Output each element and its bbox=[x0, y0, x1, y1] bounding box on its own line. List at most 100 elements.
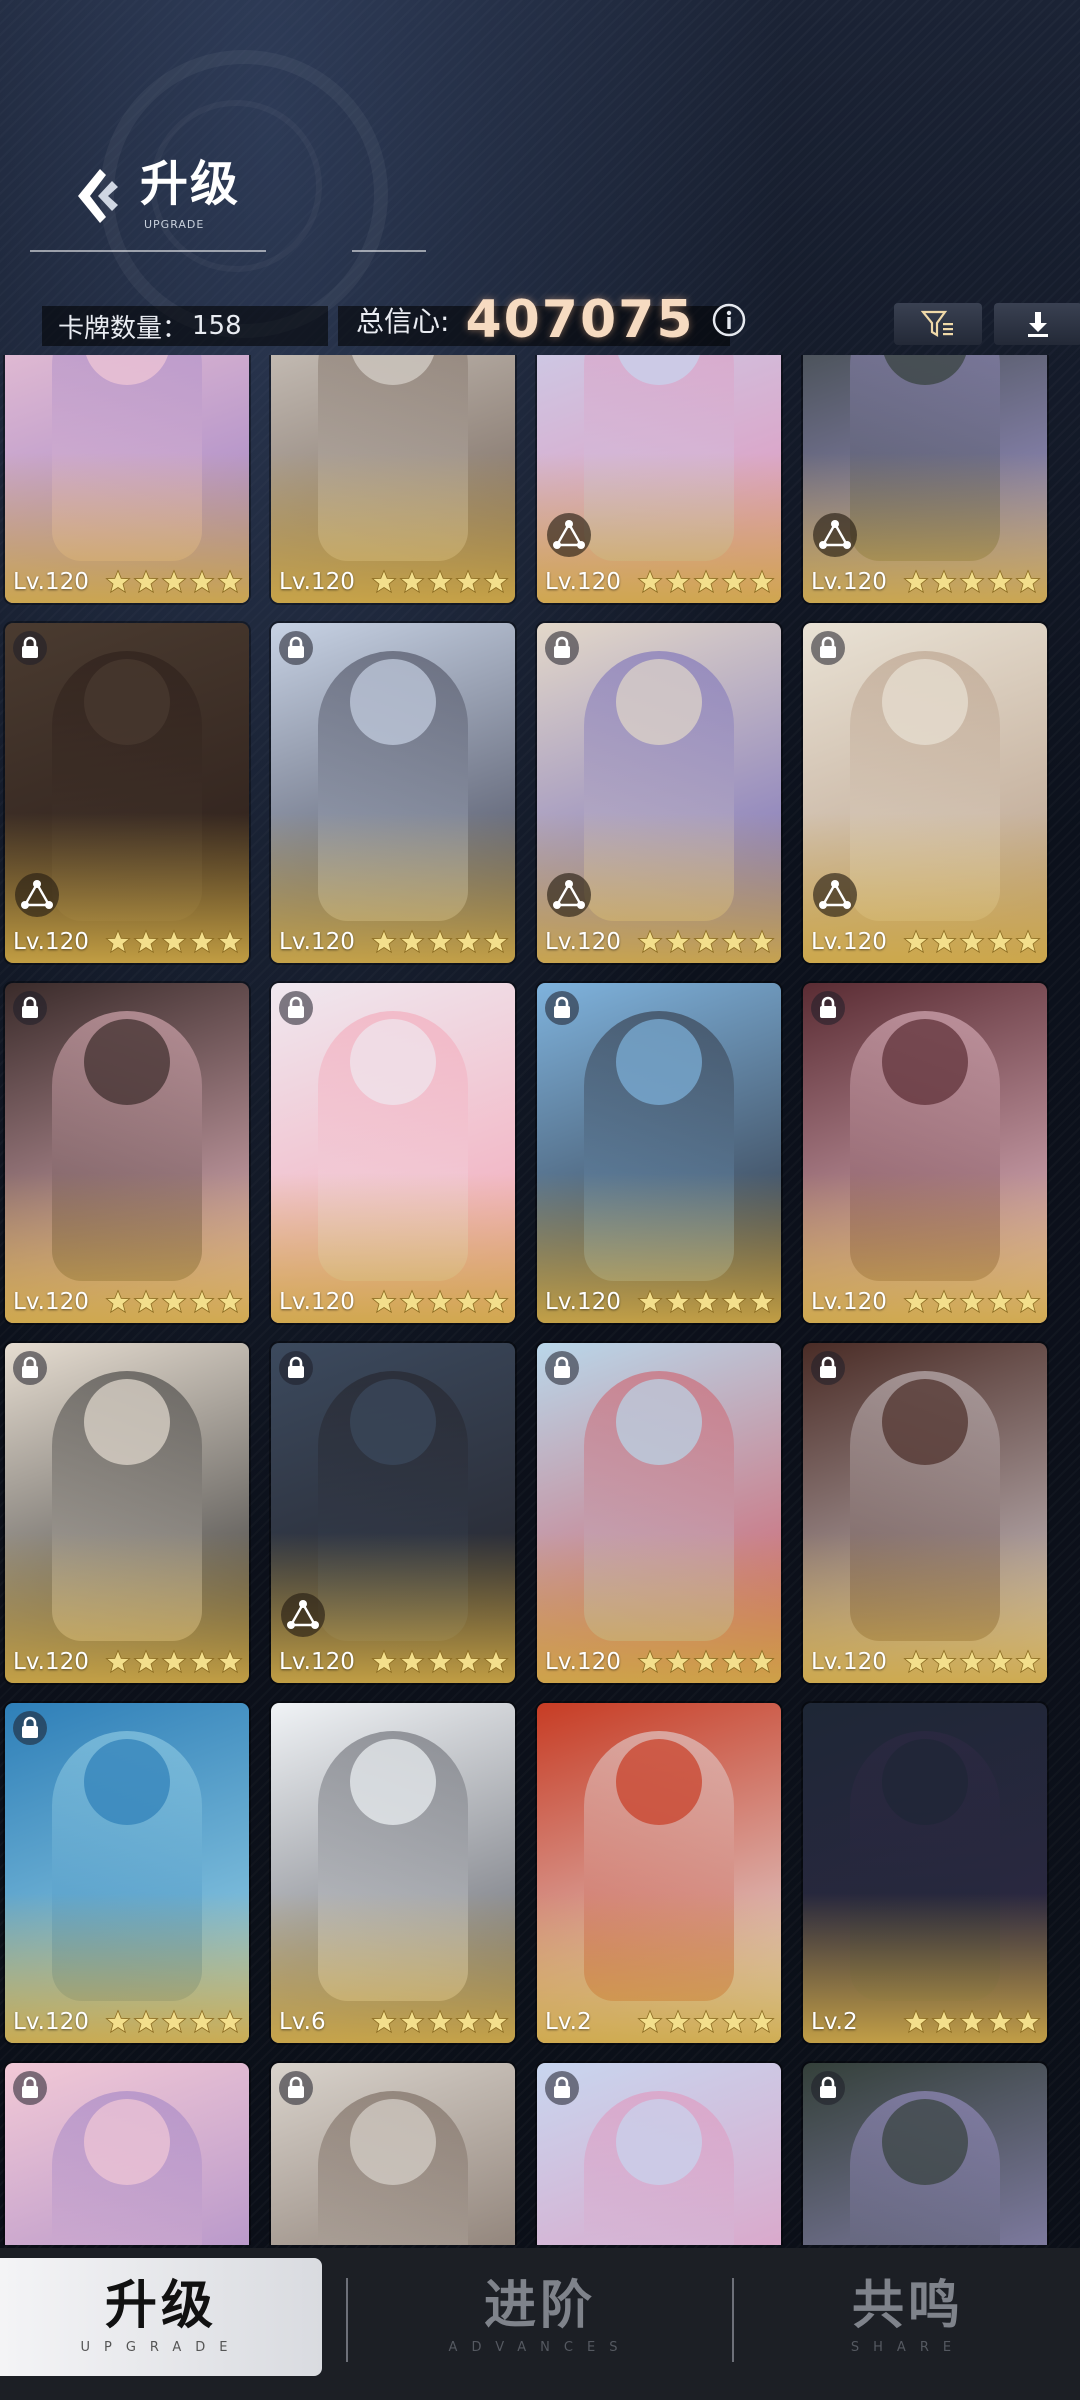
star-icon bbox=[189, 1649, 215, 1674]
star-icon bbox=[133, 929, 159, 954]
download-button[interactable] bbox=[994, 303, 1080, 345]
card-rating bbox=[637, 1289, 775, 1315]
character-card[interactable]: Lv.120 bbox=[271, 623, 515, 963]
card-art bbox=[5, 983, 249, 1323]
character-head bbox=[882, 2099, 968, 2185]
character-card[interactable]: Lv.220 bbox=[271, 2063, 515, 2245]
character-card[interactable]: Lv.120 bbox=[803, 623, 1047, 963]
lock-icon bbox=[22, 1716, 38, 1738]
card-art bbox=[803, 355, 1047, 603]
resonance-badge bbox=[813, 513, 857, 557]
character-card[interactable]: Lv.2 bbox=[803, 1703, 1047, 2043]
star-icon bbox=[161, 2009, 187, 2034]
star-icon bbox=[105, 1649, 131, 1674]
star-icon bbox=[427, 929, 453, 954]
character-card[interactable]: Lv.120 bbox=[271, 1343, 515, 1683]
lock-icon bbox=[554, 2076, 570, 2098]
card-level: Lv.120 bbox=[811, 1289, 887, 1315]
character-card[interactable]: Lv.2 bbox=[537, 1703, 781, 2043]
star-icon bbox=[483, 929, 509, 954]
card-level: Lv.120 bbox=[13, 1649, 89, 1675]
lock-badge[interactable] bbox=[811, 1351, 845, 1385]
card-level: Lv.120 bbox=[279, 1289, 355, 1315]
info-icon[interactable] bbox=[711, 302, 747, 338]
tab-upgrade[interactable]: 升级 UPGRADE bbox=[0, 2258, 322, 2376]
tab-share[interactable]: 共鸣 SHARE bbox=[736, 2258, 1080, 2376]
lock-badge[interactable] bbox=[13, 1351, 47, 1385]
card-rating bbox=[105, 2009, 243, 2035]
lock-badge[interactable] bbox=[545, 631, 579, 665]
resonance-triangle-icon bbox=[21, 880, 53, 909]
card-grid[interactable]: Lv.120 Lv.120 Lv.120 Lv.120 Lv.120 Lv.120 Lv.1… bbox=[0, 355, 1080, 2245]
card-rating bbox=[371, 569, 509, 595]
star-icon bbox=[399, 569, 425, 594]
lock-badge[interactable] bbox=[279, 1351, 313, 1385]
character-card[interactable]: Lv.120 bbox=[537, 623, 781, 963]
character-card[interactable]: Lv.120 bbox=[5, 1703, 249, 2043]
character-card[interactable]: Lv.120 bbox=[5, 1343, 249, 1683]
character-card[interactable]: Lv.120 bbox=[5, 983, 249, 1323]
lock-badge[interactable] bbox=[13, 991, 47, 1025]
card-level: Lv.120 bbox=[13, 569, 89, 595]
character-silhouette bbox=[318, 355, 468, 561]
character-card[interactable]: Lv.200 bbox=[537, 2063, 781, 2245]
character-card[interactable]: Lv.200 bbox=[803, 2063, 1047, 2245]
card-level: Lv.120 bbox=[13, 929, 89, 955]
lock-badge[interactable] bbox=[545, 991, 579, 1025]
card-art bbox=[803, 983, 1047, 1323]
character-card[interactable]: Lv.120 bbox=[537, 983, 781, 1323]
tab-share-label: 共鸣 bbox=[851, 2275, 964, 2336]
character-card[interactable]: Lv.6 bbox=[271, 1703, 515, 2043]
lock-badge[interactable] bbox=[545, 1351, 579, 1385]
lock-badge[interactable] bbox=[13, 631, 47, 665]
character-card[interactable]: Lv.120 bbox=[271, 983, 515, 1323]
lock-icon bbox=[554, 636, 570, 658]
star-icon bbox=[455, 929, 481, 954]
resonance-triangle-icon bbox=[553, 880, 585, 909]
character-card[interactable]: Lv.120 bbox=[803, 355, 1047, 603]
character-card[interactable]: Lv.120 bbox=[537, 355, 781, 603]
back-chevron-icon[interactable] bbox=[76, 167, 126, 225]
lock-icon bbox=[288, 996, 304, 1018]
character-silhouette bbox=[584, 355, 734, 561]
star-icon bbox=[161, 569, 187, 594]
lock-icon bbox=[820, 2076, 836, 2098]
star-icon bbox=[189, 929, 215, 954]
lock-badge[interactable] bbox=[545, 2071, 579, 2105]
character-head bbox=[616, 1739, 702, 1825]
character-card[interactable]: Lv.120 bbox=[5, 355, 249, 603]
filter-button[interactable] bbox=[894, 303, 982, 345]
card-rating bbox=[903, 1649, 1041, 1675]
lock-icon bbox=[22, 1356, 38, 1378]
character-card[interactable]: Lv.120 bbox=[803, 983, 1047, 1323]
lock-badge[interactable] bbox=[13, 1711, 47, 1745]
card-art bbox=[5, 1703, 249, 2043]
character-card[interactable]: Lv.120 bbox=[803, 1343, 1047, 1683]
lock-badge[interactable] bbox=[13, 2071, 47, 2105]
star-icon bbox=[189, 2009, 215, 2034]
star-icon bbox=[217, 1289, 243, 1314]
star-icon bbox=[483, 1289, 509, 1314]
star-icon bbox=[665, 929, 691, 954]
character-card[interactable]: Lv.120 bbox=[5, 623, 249, 963]
character-card[interactable]: Lv.220 bbox=[5, 2063, 249, 2245]
card-rating bbox=[637, 1649, 775, 1675]
total-confidence-value: 407075 bbox=[465, 290, 695, 350]
lock-badge[interactable] bbox=[279, 631, 313, 665]
character-card[interactable]: Lv.120 bbox=[537, 1343, 781, 1683]
lock-badge[interactable] bbox=[279, 991, 313, 1025]
card-art bbox=[271, 355, 515, 603]
star-icon bbox=[217, 569, 243, 594]
tab-advance[interactable]: 进阶 ADVANCES bbox=[350, 2258, 730, 2376]
lock-icon bbox=[554, 1356, 570, 1378]
card-level: Lv.120 bbox=[545, 929, 621, 955]
lock-badge[interactable] bbox=[811, 2071, 845, 2105]
lock-badge[interactable] bbox=[811, 631, 845, 665]
resonance-badge bbox=[547, 873, 591, 917]
lock-badge[interactable] bbox=[811, 991, 845, 1025]
lock-badge[interactable] bbox=[279, 2071, 313, 2105]
star-icon bbox=[371, 2009, 397, 2034]
card-rating bbox=[637, 569, 775, 595]
character-card[interactable]: Lv.120 bbox=[271, 355, 515, 603]
star-icon bbox=[483, 2009, 509, 2034]
